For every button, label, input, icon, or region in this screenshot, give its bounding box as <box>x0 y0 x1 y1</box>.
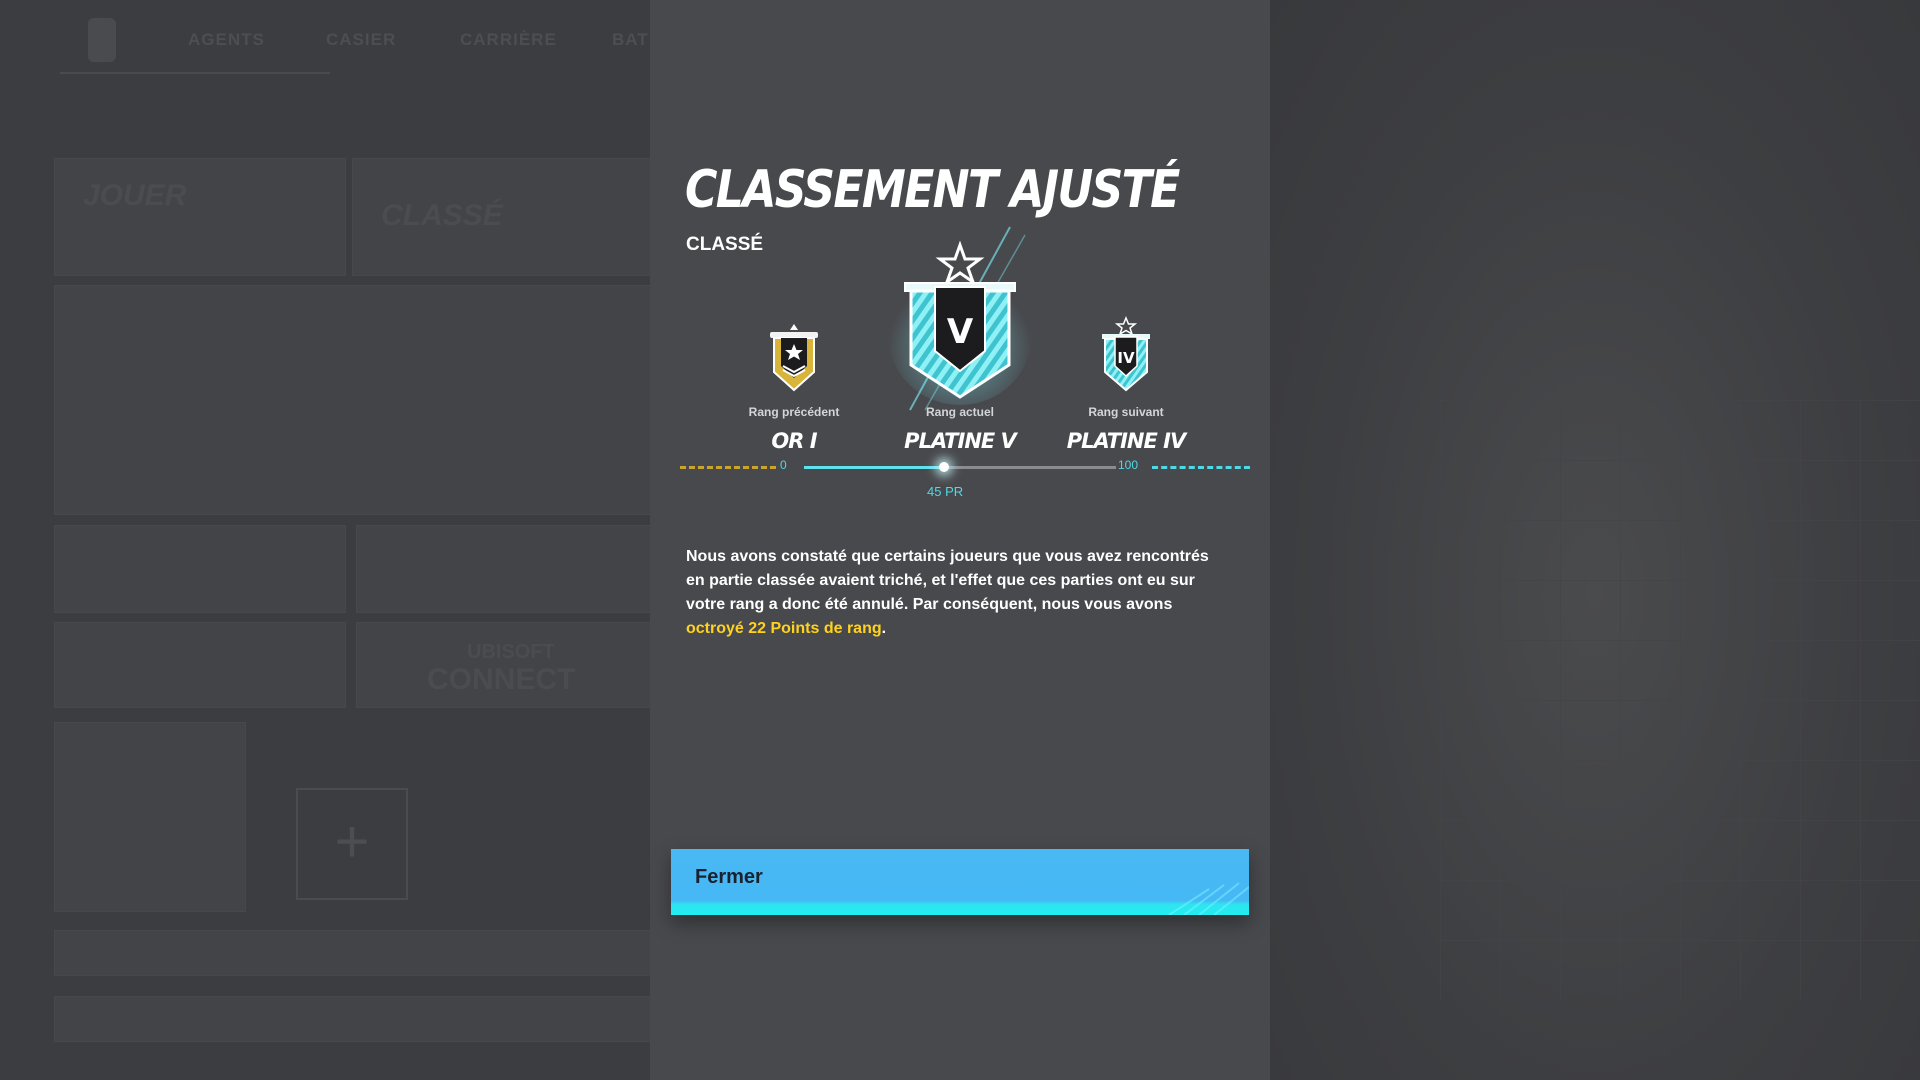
rank-next-name: PLATINE IV <box>1066 429 1186 453</box>
bg-card-small-1 <box>54 525 346 613</box>
bg-bar-2 <box>54 996 652 1042</box>
rank-current: Rang actuel PLATINE V <box>880 405 1040 453</box>
bg-card-small-3 <box>54 622 346 708</box>
rank-adjusted-modal: CLASSEMENT AJUSTÉ CLASSÉ Rang précédent … <box>650 0 1270 1080</box>
bg-card-operator <box>54 722 246 912</box>
rank-previous-name: OR I <box>771 429 817 453</box>
message-end: . <box>881 620 887 637</box>
bg-card-ranked: CLASSÉ <box>352 158 652 276</box>
progress-next-dashes <box>1152 466 1250 469</box>
rank-current-caption: Rang actuel <box>925 405 994 419</box>
modal-subtitle: CLASSÉ <box>686 234 764 255</box>
button-decoration <box>1168 882 1249 915</box>
bg-card-event <box>54 285 652 515</box>
message-text: Nous avons constaté que certains joueurs… <box>686 548 1209 613</box>
close-button[interactable]: Fermer <box>671 849 1249 915</box>
game-logo-icon <box>88 18 116 62</box>
bg-tab-agents: AGENTS <box>188 30 265 49</box>
modal-title: CLASSEMENT AJUSTÉ <box>685 160 1180 220</box>
message-highlight: octroyé 22 Points de rang <box>686 620 882 637</box>
bg-tab-underline <box>60 72 330 74</box>
rank-previous: Rang précédent OR I <box>714 405 874 453</box>
bg-grid-decoration <box>1440 400 1920 1000</box>
progress-max-label: 100 <box>1118 458 1139 472</box>
gold-rank-icon <box>765 322 823 394</box>
progress-track <box>804 462 1116 472</box>
progress-marker <box>939 462 949 472</box>
progress-value-label: 45 PR <box>927 484 964 499</box>
close-button-label: Fermer <box>695 866 763 888</box>
bg-card-small-2 <box>356 525 652 613</box>
bg-card-play: JOUER <box>54 158 346 276</box>
progress-previous-dashes <box>680 466 776 469</box>
rank-current-name: PLATINE V <box>904 429 1017 453</box>
next-rank-numeral: IV <box>1117 349 1135 367</box>
progress-fill <box>804 466 944 469</box>
rank-next: Rang suivant PLATINE IV <box>1046 405 1206 453</box>
rank-previous-caption: Rang précédent <box>748 405 840 419</box>
current-rank-numeral: V <box>947 312 974 352</box>
bg-tab-bat: BAT <box>612 30 649 49</box>
bg-tab-carriere: CARRIÈRE <box>460 30 557 49</box>
platinum-rank-icon: V <box>885 225 1035 415</box>
progress-min-label: 0 <box>780 458 787 472</box>
rank-progress: 0 100 45 PR <box>680 458 1250 499</box>
bg-add-icon: + <box>296 788 408 900</box>
rank-next-caption: Rang suivant <box>1088 405 1164 419</box>
bg-card-ubisoft: UBISOFT CONNECT <box>356 622 652 708</box>
adjustment-message: Nous avons constaté que certains joueurs… <box>686 545 1216 641</box>
platinum-rank-next-icon: IV <box>1094 316 1158 396</box>
bg-bar-1 <box>54 930 652 976</box>
bg-tab-casier: CASIER <box>326 30 397 49</box>
